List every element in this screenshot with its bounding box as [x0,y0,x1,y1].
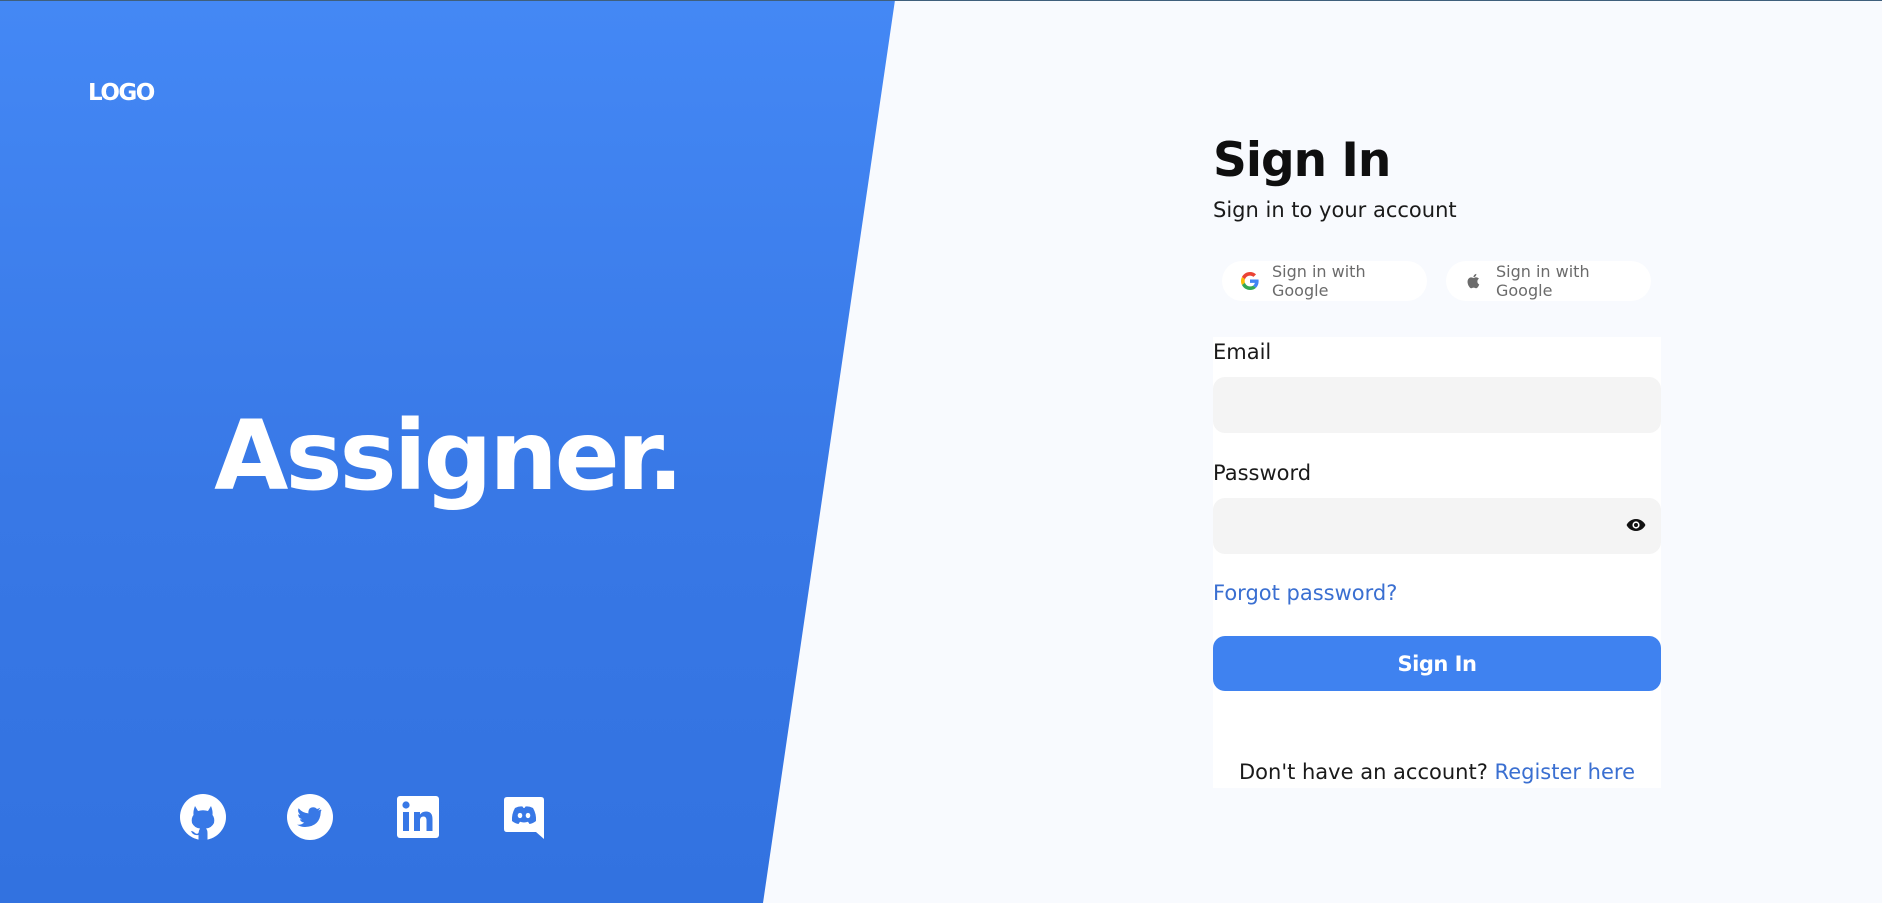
password-input[interactable] [1213,498,1661,554]
email-label: Email [1213,340,1272,364]
apple-icon [1464,271,1484,291]
password-label: Password [1213,461,1312,485]
register-link[interactable]: Register here [1495,760,1635,784]
google-icon [1240,271,1260,291]
signin-button[interactable]: Sign In [1213,636,1661,691]
discord-icon [504,797,544,839]
logo[interactable]: LOGO [88,80,155,106]
twitter-icon [287,794,333,840]
apple-signin-label: Sign in with Google [1495,262,1590,300]
register-prompt: Don't have an account? Register here [1213,760,1661,784]
github-link[interactable] [178,792,228,842]
register-prompt-text: Don't have an account? [1238,760,1488,784]
twitter-link[interactable] [285,792,335,842]
linkedin-link[interactable] [393,792,443,842]
forgot-password-link[interactable]: Forgot password? [1213,581,1397,605]
google-signin-button[interactable]: Sign in with Google [1222,261,1427,301]
show-password-icon[interactable] [1626,517,1646,533]
linkedin-icon [397,796,439,838]
google-signin-label: Sign in with Google [1271,262,1366,300]
email-input[interactable] [1213,377,1661,433]
apple-signin-button[interactable]: Sign in with Google [1446,261,1651,301]
github-icon [180,794,226,840]
brand-name: Assigner. [214,400,684,512]
signin-title: Sign In [1213,133,1391,188]
discord-link[interactable] [499,792,549,842]
signin-subtitle: Sign in to your account [1213,198,1457,222]
top-border [0,0,1882,1]
